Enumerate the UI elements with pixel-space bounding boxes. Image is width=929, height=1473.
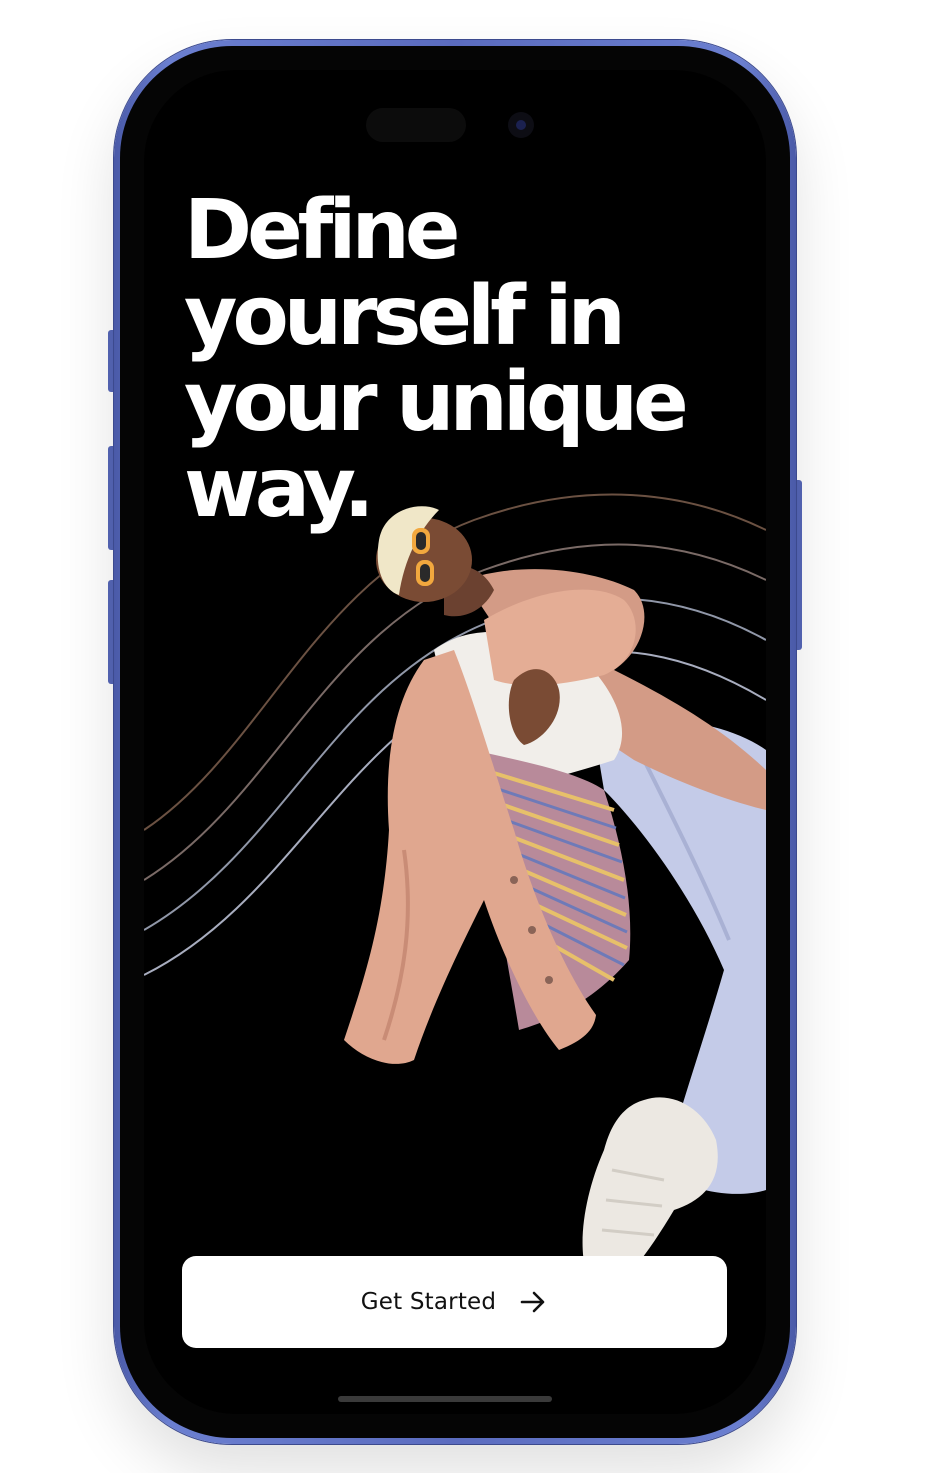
app-screen: Define yourself in your unique way. Get … — [144, 70, 766, 1414]
device-mockup: Define yourself in your unique way. Get … — [0, 0, 929, 1473]
model-photo — [344, 506, 766, 1290]
get-started-label: Get Started — [360, 1289, 497, 1315]
home-indicator — [338, 1396, 552, 1402]
arrow-right-icon — [520, 1291, 545, 1313]
get-started-button[interactable]: Get Started — [182, 1256, 727, 1348]
phone-frame: Define yourself in your unique way. Get … — [114, 40, 796, 1444]
headline-line-2: yourself in — [184, 269, 626, 364]
headline-line-1: Define — [184, 183, 460, 278]
front-camera-icon — [508, 112, 534, 138]
headline-line-3: your unique — [184, 355, 689, 450]
dynamic-island — [366, 108, 466, 142]
